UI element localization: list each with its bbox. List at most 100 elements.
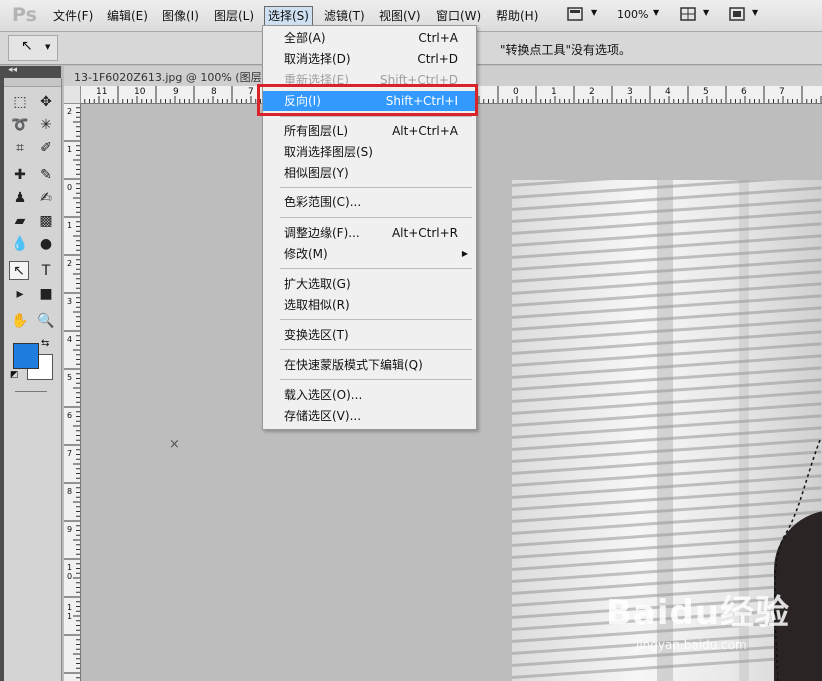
- ruler-label: 0: [67, 183, 73, 192]
- type-icon[interactable]: T: [36, 261, 56, 280]
- healing-brush-icon[interactable]: ✚: [10, 165, 30, 184]
- blur-icon[interactable]: 💧: [10, 234, 30, 253]
- menu-item-quick-mask[interactable]: 在快速蒙版模式下编辑(Q): [263, 355, 476, 375]
- menu-separator: [280, 349, 472, 350]
- path-selection-icon[interactable]: ↖: [9, 261, 29, 280]
- gradient-icon[interactable]: ▩: [36, 211, 56, 230]
- menu-item-shortcut: Alt+Ctrl+A: [392, 124, 458, 138]
- default-colors-icon[interactable]: ◩: [10, 370, 19, 380]
- foreground-color-swatch[interactable]: [13, 343, 39, 369]
- hand-icon[interactable]: ✋: [10, 311, 30, 330]
- arrange-documents-icon[interactable]: [680, 7, 696, 21]
- menu-item-deselect[interactable]: 取消选择(D) Ctrl+D: [263, 49, 476, 69]
- crop-icon[interactable]: ⌗: [10, 138, 30, 157]
- menu-layer[interactable]: 图层(L): [211, 7, 257, 25]
- menu-separator: [280, 268, 472, 269]
- eraser-icon[interactable]: ▰: [10, 211, 30, 230]
- marching-ants-selection: [773, 440, 821, 681]
- ruler-label: 8: [211, 87, 217, 97]
- menu-item-label: 所有图层(L): [284, 124, 349, 138]
- zoom-level[interactable]: 100%: [617, 8, 648, 21]
- eyedropper-icon[interactable]: ✐: [36, 138, 56, 157]
- zoom-icon[interactable]: 🔍: [36, 311, 56, 330]
- ruler-label: 1: [551, 87, 557, 97]
- ruler-label: 1: [67, 145, 73, 154]
- menu-separator: [280, 217, 472, 218]
- menu-item-refine-edge[interactable]: 调整边缘(F)... Alt+Ctrl+R: [263, 223, 476, 243]
- menu-item-save-selection[interactable]: 存储选区(V)...: [263, 406, 476, 426]
- marquee-icon[interactable]: ⬚: [10, 92, 30, 111]
- ruler-label: 7: [779, 87, 785, 97]
- menu-item-label: 色彩范围(C)...: [284, 195, 362, 209]
- ruler-label: 10: [134, 87, 146, 97]
- menu-item-modify[interactable]: 修改(M) ▶: [263, 244, 476, 264]
- menu-item-label: 取消选择图层(S): [284, 145, 373, 159]
- menu-item-all-layers[interactable]: 所有图层(L) Alt+Ctrl+A: [263, 121, 476, 141]
- tool-preset-picker[interactable]: ↖ ▼: [8, 35, 58, 61]
- menu-item-grow[interactable]: 扩大选取(G): [263, 274, 476, 294]
- menu-window[interactable]: 窗口(W): [433, 7, 484, 25]
- chevron-down-icon[interactable]: ▼: [653, 8, 659, 17]
- chevron-down-icon[interactable]: ▼: [703, 8, 709, 17]
- rectangle-shape-icon[interactable]: ■: [36, 284, 56, 303]
- menu-item-similar[interactable]: 选取相似(R): [263, 295, 476, 315]
- brush-icon[interactable]: ✎: [36, 165, 56, 184]
- menu-item-label: 扩大选取(G): [284, 277, 351, 291]
- chevron-down-icon[interactable]: ▼: [752, 8, 758, 17]
- menu-item-deselect-layers[interactable]: 取消选择图层(S): [263, 142, 476, 162]
- ruler-label: 2: [589, 87, 595, 97]
- collapse-icon[interactable]: ◂◂: [8, 65, 17, 75]
- ruler-label: 4: [67, 335, 73, 344]
- menu-select[interactable]: 选择(S): [264, 6, 313, 26]
- menu-image[interactable]: 图像(I): [159, 7, 202, 25]
- menu-item-shortcut: Ctrl+A: [418, 31, 458, 45]
- menu-item-transform-selection[interactable]: 变换选区(T): [263, 325, 476, 345]
- highlight-callout-box: [257, 84, 478, 116]
- ruler-label: 1 1: [67, 603, 73, 621]
- document-tab[interactable]: 13-1F6020Z613.jpg @ 100% (图层: [74, 69, 262, 85]
- ruler-label: 5: [67, 373, 73, 382]
- menu-file[interactable]: 文件(F): [50, 7, 96, 25]
- menu-item-label: 在快速蒙版模式下编辑(Q): [284, 358, 423, 372]
- menu-item-label: 载入选区(O)...: [284, 388, 363, 402]
- menu-item-label: 调整边缘(F)...: [284, 226, 360, 240]
- menu-item-color-range[interactable]: 色彩范围(C)...: [263, 192, 476, 212]
- menu-edit[interactable]: 编辑(E): [104, 7, 151, 25]
- menu-item-all[interactable]: 全部(A) Ctrl+A: [263, 28, 476, 48]
- dodge-icon[interactable]: ●: [36, 234, 56, 253]
- menu-item-label: 取消选择(D): [284, 52, 351, 66]
- ruler-label: 1 0: [67, 563, 73, 581]
- lasso-icon[interactable]: ➰: [10, 115, 30, 134]
- chevron-down-icon[interactable]: ▼: [591, 8, 597, 17]
- menu-filter[interactable]: 滤镜(T): [321, 7, 368, 25]
- menu-item-similar-layers[interactable]: 相似图层(Y): [263, 163, 476, 183]
- history-brush-icon[interactable]: ✍: [36, 188, 56, 207]
- vertical-ruler[interactable]: 2 1 0 1 2 3 4 5 6 7 8 9 1 0 1 1: [64, 103, 81, 681]
- menu-help[interactable]: 帮助(H): [493, 7, 541, 25]
- clone-stamp-icon[interactable]: ♟: [10, 188, 30, 207]
- menu-separator: [280, 116, 472, 117]
- menu-item-load-selection[interactable]: 载入选区(O)...: [263, 385, 476, 405]
- ruler-origin[interactable]: [64, 86, 81, 104]
- menu-item-label: 相似图层(Y): [284, 166, 349, 180]
- ruler-label: 11: [96, 87, 108, 97]
- move-icon[interactable]: ✥: [36, 92, 56, 111]
- crosshair-cursor-icon: ×: [169, 437, 180, 452]
- magic-wand-icon[interactable]: ✳: [36, 115, 56, 134]
- convert-point-icon: ↖: [21, 38, 33, 54]
- screen-mode-icon[interactable]: [567, 7, 583, 21]
- ruler-label: 9: [173, 87, 179, 97]
- submenu-arrow-icon: ▶: [461, 249, 468, 258]
- tools-panel-header[interactable]: ◂◂: [4, 65, 61, 78]
- baidu-logo: Baidu经验: [606, 585, 790, 634]
- watermark-url: jingyan.baidu.com: [636, 638, 747, 652]
- options-message: "转换点工具"没有选项。: [500, 43, 632, 57]
- menu-view[interactable]: 视图(V): [376, 7, 424, 25]
- ruler-label: 8: [67, 487, 73, 496]
- direct-selection-icon[interactable]: ▸: [10, 284, 30, 303]
- ruler-label: 6: [741, 87, 747, 97]
- tools-panel-grip[interactable]: [4, 78, 61, 87]
- swap-colors-icon[interactable]: ⇆: [41, 338, 49, 349]
- full-screen-icon[interactable]: [729, 7, 745, 21]
- menu-item-label: 选取相似(R): [284, 298, 350, 312]
